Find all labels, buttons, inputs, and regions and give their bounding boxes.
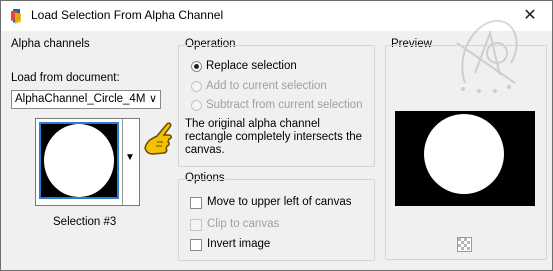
checkbox-invert-image-label: Invert image [207, 238, 271, 250]
preview-canvas [395, 111, 535, 206]
thumbnail-divider [122, 119, 123, 205]
radio-subtract-indicator[interactable] [191, 100, 202, 111]
radio-add-indicator[interactable] [191, 81, 202, 92]
selection-thumbnail-picker[interactable]: ▼ [35, 118, 140, 206]
preview-zoom-icon[interactable] [457, 237, 472, 252]
thumbnail-dropdown-icon[interactable]: ▼ [125, 152, 135, 163]
chevron-down-icon: ∨ [148, 93, 157, 105]
load-from-label: Load from document: [11, 72, 120, 84]
operation-info-text: The original alpha channel rectangle com… [185, 118, 363, 156]
document-select-value: AlphaChannel_Circle_4M [15, 93, 146, 105]
checkbox-clip-to-canvas-box[interactable] [190, 219, 202, 231]
radio-subtract-label: Subtract from current selection [206, 99, 363, 111]
preview-circle-shape [424, 114, 504, 194]
radio-replace-label: Replace selection [206, 60, 297, 72]
pointing-hand-icon [144, 122, 172, 155]
radio-replace-indicator[interactable] [191, 61, 202, 72]
app-icon [11, 9, 21, 24]
document-select[interactable]: AlphaChannel_Circle_4M ∨ [11, 90, 161, 109]
selection-caption: Selection #3 [53, 216, 117, 228]
checkbox-move-upper-left-box[interactable] [190, 197, 202, 209]
checkbox-clip-to-canvas-label: Clip to canvas [207, 218, 280, 230]
radio-add-label: Add to current selection [206, 80, 327, 92]
selection-thumbnail [39, 122, 119, 199]
load-selection-dialog: Load Selection From Alpha Channel ✕ Alph… [0, 0, 553, 271]
thumbnail-circle-shape [44, 124, 114, 197]
alpha-channels-heading: Alpha channels [11, 38, 90, 50]
window-title: Load Selection From Alpha Channel [31, 8, 224, 22]
checkbox-move-upper-left-label: Move to upper left of canvas [207, 196, 352, 208]
checkbox-invert-image-box[interactable] [190, 239, 202, 251]
